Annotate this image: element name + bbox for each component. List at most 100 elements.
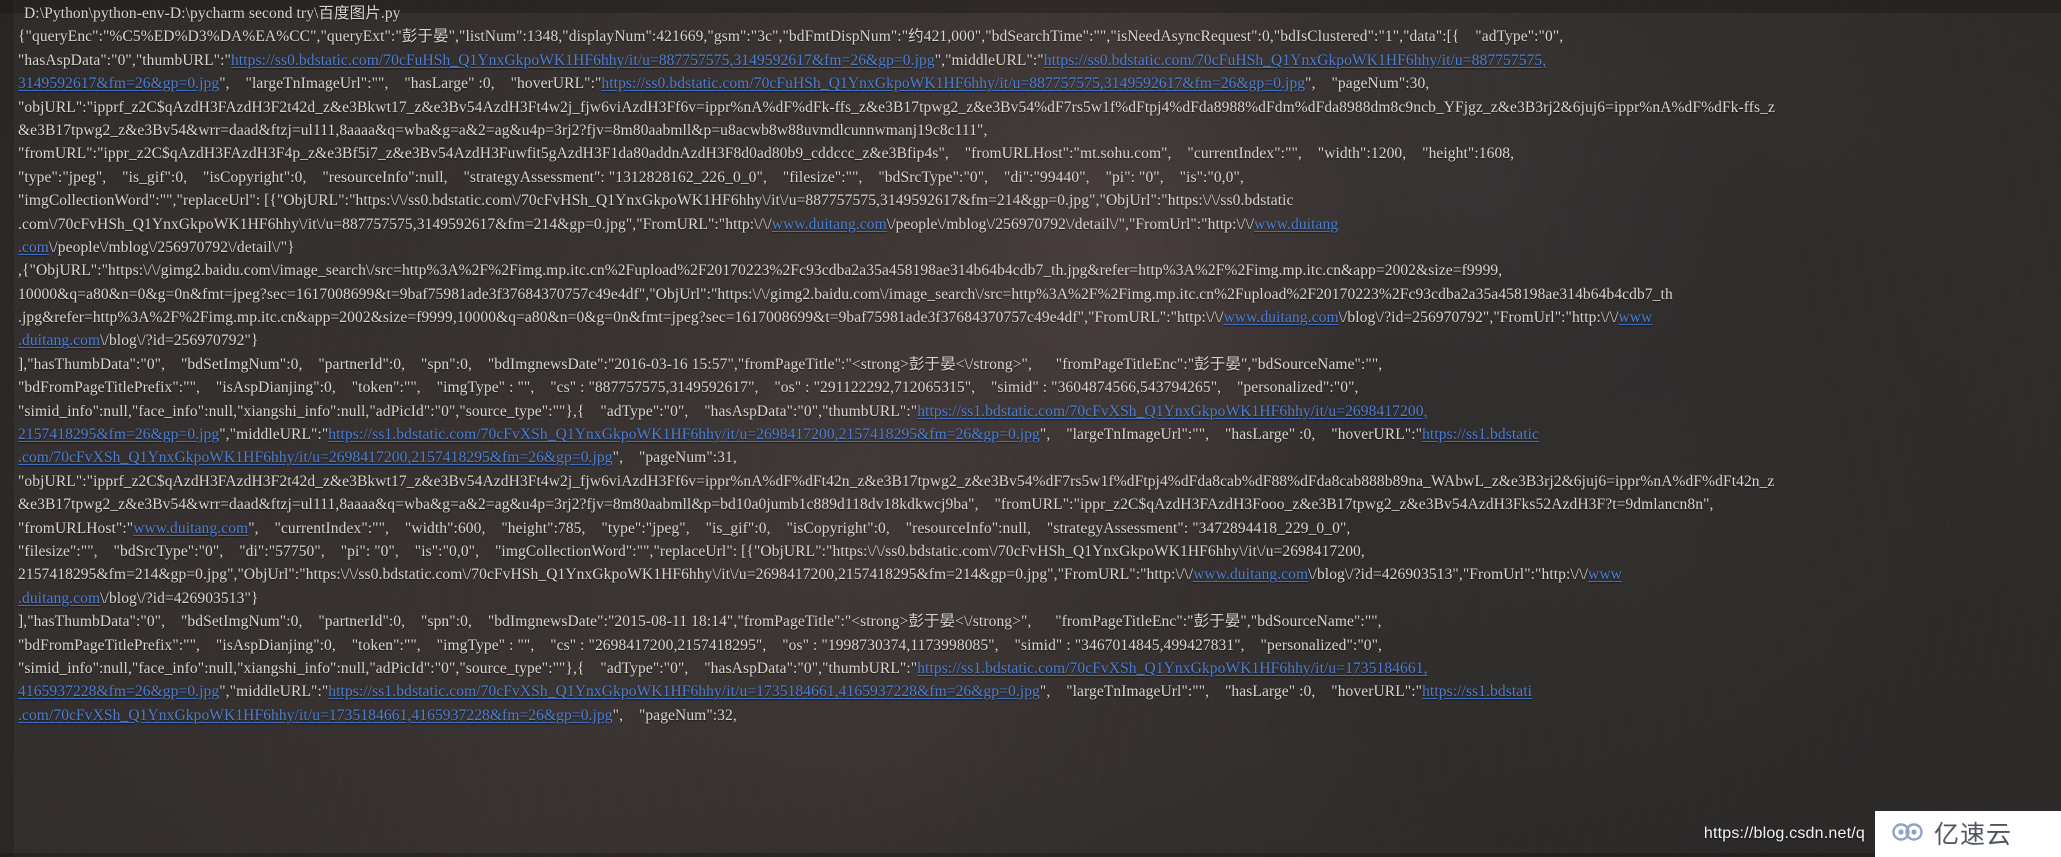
console-text: "bdFromPageTitlePrefix":"", "isAspDianji… [18, 379, 1359, 397]
console-text: ,{"ObjURL":"https:\/\/gimg2.baidu.com\/i… [18, 262, 1503, 280]
console-line: 10000&q=a80&n=0&g=0n&fmt=jpeg?sec=161700… [0, 283, 2061, 306]
console-line: {"queryEnc":"%C5%ED%D3%DA%EA%CC","queryE… [0, 25, 2061, 48]
console-text: {"queryEnc":"%C5%ED%D3%DA%EA%CC","queryE… [18, 28, 1564, 46]
console-link[interactable]: https://ss1.bdstatic.com/70cFvXSh_Q1YnxG… [328, 683, 1040, 700]
console-line: .com\/people\/mblog\/256970792\/detail\/… [0, 236, 2061, 259]
console-text: ],"hasThumbData":"0", "bdSetImgNum":0, "… [18, 613, 1382, 631]
console-link[interactable]: https://ss1.bdstati [1422, 683, 1532, 700]
console-link[interactable]: www [1619, 309, 1653, 326]
console-line: 3149592617&fm=26&gp=0.jpg", "largeTnImag… [0, 72, 2061, 95]
console-line: "objURL":"ipprf_z2C$qAzdH3FAzdH3F2t42d_z… [0, 96, 2061, 119]
console-link[interactable]: .duitang.com [18, 590, 100, 607]
console-link[interactable]: .com/70cFvXSh_Q1YnxGkpoWK1HF6hhy/it/u=26… [18, 449, 613, 466]
brand-name: 亿速云 [1934, 819, 2013, 849]
console-link[interactable]: .com/70cFvXSh_Q1YnxGkpoWK1HF6hhy/it/u=17… [18, 707, 613, 724]
console-text: &e3B17tpwg2_z&e3Bv54&wrr=daad&ftzj=ul111… [18, 496, 1714, 514]
console-link[interactable]: https://ss0.bdstatic.com/70cFuHSh_Q1YnxG… [1044, 52, 1547, 69]
console-line: "hasAspData":"0","thumbURL":"https://ss0… [0, 49, 2061, 72]
console-link[interactable]: https://ss1.bdstatic [1422, 426, 1539, 443]
console-text: ", "pageNum":30, [1305, 75, 1430, 93]
console-link[interactable]: https://ss0.bdstatic.com/70cFuHSh_Q1YnxG… [601, 75, 1305, 92]
console-screenshot: D:\Python\python-env-D:\pycharm second t… [0, 0, 2061, 857]
console-bottom-edge [0, 853, 2061, 857]
console-line: .duitang.com\/blog\/?id=256970792"} [0, 329, 2061, 352]
console-link[interactable]: .duitang.com [18, 332, 100, 349]
console-text: "simid_info":null,"face_info":null,"xian… [18, 402, 918, 420]
console-text: \/blog\/?id=426903513"} [100, 589, 259, 607]
csdn-url-watermark: https://blog.csdn.net/q [1703, 825, 1865, 842]
cloud-infinity-logo-icon [1891, 821, 1925, 848]
console-line: "filesize":"", "bdSrcType":"0", "di":"57… [0, 540, 2061, 563]
console-link[interactable]: www [1588, 566, 1622, 583]
console-text: \/people\/mblog\/256970792\/detail\/","F… [886, 215, 1255, 233]
console-text: &e3B17tpwg2_z&e3Bv54&wrr=daad&ftzj=ul111… [18, 121, 988, 139]
console-text: ","middleURL":" [934, 51, 1044, 69]
console-text: ", "largeTnImageUrl":"", "hasLarge" :0, … [219, 75, 602, 93]
console-text: D:\Python\python-env-D:\pycharm second t… [24, 5, 401, 22]
console-text: \/blog\/?id=426903513","FromUrl":"http:\… [1308, 566, 1589, 584]
console-text: "fromURL":"ippr_z2C$qAzdH3FAzdH3F4p_z&e3… [18, 145, 1515, 163]
console-line: &e3B17tpwg2_z&e3Bv54&wrr=daad&ftzj=ul111… [0, 493, 2061, 516]
console-line: .duitang.com\/blog\/?id=426903513"} [0, 587, 2061, 610]
console-text: "objURL":"ipprf_z2C$qAzdH3FAzdH3F2t42d_z… [18, 98, 1776, 116]
console-link[interactable]: www.duitang [1254, 216, 1338, 233]
console-link[interactable]: .com [18, 239, 49, 256]
console-line: "simid_info":null,"face_info":null,"xian… [0, 400, 2061, 423]
console-line: &e3B17tpwg2_z&e3Bv54&wrr=daad&ftzj=ul111… [0, 119, 2061, 142]
console-link[interactable]: www.duitang.com [772, 216, 887, 233]
console-link[interactable]: 2157418295&fm=26&gp=0.jpg [18, 426, 219, 443]
console-line: "fromURLHost":"www.duitang.com", "curren… [0, 517, 2061, 540]
console-line: "fromURL":"ippr_z2C$qAzdH3FAzdH3F4p_z&e3… [0, 142, 2061, 165]
brand-watermark: 亿速云 [1875, 811, 2061, 857]
console-line: "bdFromPageTitlePrefix":"", "isAspDianji… [0, 376, 2061, 399]
console-output[interactable]: D:\Python\python-env-D:\pycharm second t… [0, 0, 2061, 857]
console-link[interactable]: www.duitang.com [1193, 566, 1308, 583]
console-text: ", "pageNum":32, [612, 706, 737, 724]
console-text: ", "currentIndex":"", "width":600, "heig… [248, 519, 1351, 537]
console-text: \/people\/mblog\/256970792\/detail\/"} [48, 238, 295, 256]
console-text: "imgCollectionWord":"","replaceUrl": [{"… [18, 192, 1294, 210]
console-text: \/blog\/?id=256970792"} [100, 332, 259, 350]
console-link[interactable]: 4165937228&fm=26&gp=0.jpg [18, 683, 219, 700]
console-link[interactable]: www.duitang.com [133, 520, 248, 537]
console-text: "fromURLHost":" [18, 519, 134, 537]
console-line: ,{"ObjURL":"https:\/\/gimg2.baidu.com\/i… [0, 259, 2061, 282]
console-line: "objURL":"ipprf_z2C$qAzdH3FAzdH3F2t42d_z… [0, 470, 2061, 493]
console-text: "bdFromPageTitlePrefix":"", "isAspDianji… [18, 636, 1383, 654]
console-line: "bdFromPageTitlePrefix":"", "isAspDianji… [0, 634, 2061, 657]
console-line: "imgCollectionWord":"","replaceUrl": [{"… [0, 189, 2061, 212]
console-text: .jpg&refer=http%3A%2F%2Fimg.mp.itc.cn&ap… [18, 309, 1224, 327]
console-line: .com/70cFvXSh_Q1YnxGkpoWK1HF6hhy/it/u=26… [0, 446, 2061, 469]
console-line: .com\/70cFvHSh_Q1YnxGkpoWK1HF6hhy\/it\/u… [0, 213, 2061, 236]
console-text: ", "largeTnImageUrl":"", "hasLarge" :0, … [1039, 426, 1423, 444]
console-line: "simid_info":null,"face_info":null,"xian… [0, 657, 2061, 680]
console-line: "type":"jpeg", "is_gif":0, "isCopyright"… [0, 166, 2061, 189]
console-text: ","middleURL":" [219, 426, 329, 444]
console-link[interactable]: 3149592617&fm=26&gp=0.jpg [18, 75, 219, 92]
console-link[interactable]: https://ss1.bdstatic.com/70cFvXSh_Q1YnxG… [917, 660, 1427, 677]
console-text: ],"hasThumbData":"0", "bdSetImgNum":0, "… [18, 355, 1383, 373]
console-link[interactable]: https://ss1.bdstatic.com/70cFvXSh_Q1YnxG… [917, 403, 1427, 420]
console-text: 10000&q=a80&n=0&g=0n&fmt=jpeg?sec=161700… [18, 285, 1673, 303]
console-line: D:\Python\python-env-D:\pycharm second t… [0, 2, 2061, 25]
console-line: 2157418295&fm=26&gp=0.jpg","middleURL":"… [0, 423, 2061, 446]
console-link[interactable]: www.duitang.com [1224, 309, 1339, 326]
console-text: "filesize":"", "bdSrcType":"0", "di":"57… [18, 542, 1365, 560]
console-line: .com/70cFvXSh_Q1YnxGkpoWK1HF6hhy/it/u=17… [0, 704, 2061, 727]
console-text: "objURL":"ipprf_z2C$qAzdH3FAzdH3F2t42d_z… [18, 472, 1775, 490]
console-text: "type":"jpeg", "is_gif":0, "isCopyright"… [18, 168, 1244, 186]
console-text: "hasAspData":"0","thumbURL":" [18, 51, 231, 69]
console-line: ],"hasThumbData":"0", "bdSetImgNum":0, "… [0, 353, 2061, 376]
console-link[interactable]: https://ss1.bdstatic.com/70cFvXSh_Q1YnxG… [328, 426, 1040, 443]
console-text: ", "pageNum":31, [612, 449, 737, 467]
console-line: 4165937228&fm=26&gp=0.jpg","middleURL":"… [0, 680, 2061, 703]
console-text: \/blog\/?id=256970792","FromUrl":"http:\… [1338, 309, 1619, 327]
console-link[interactable]: https://ss0.bdstatic.com/70cFuHSh_Q1YnxG… [231, 52, 935, 69]
console-text: "simid_info":null,"face_info":null,"xian… [18, 659, 918, 677]
console-line: 2157418295&fm=214&gp=0.jpg","ObjUrl":"ht… [0, 563, 2061, 586]
console-text: ","middleURL":" [219, 683, 329, 701]
console-text: .com\/70cFvHSh_Q1YnxGkpoWK1HF6hhy\/it\/u… [18, 215, 772, 233]
console-line: .jpg&refer=http%3A%2F%2Fimg.mp.itc.cn&ap… [0, 306, 2061, 329]
console-text: 2157418295&fm=214&gp=0.jpg","ObjUrl":"ht… [18, 566, 1194, 584]
console-text: ", "largeTnImageUrl":"", "hasLarge" :0, … [1039, 683, 1423, 701]
